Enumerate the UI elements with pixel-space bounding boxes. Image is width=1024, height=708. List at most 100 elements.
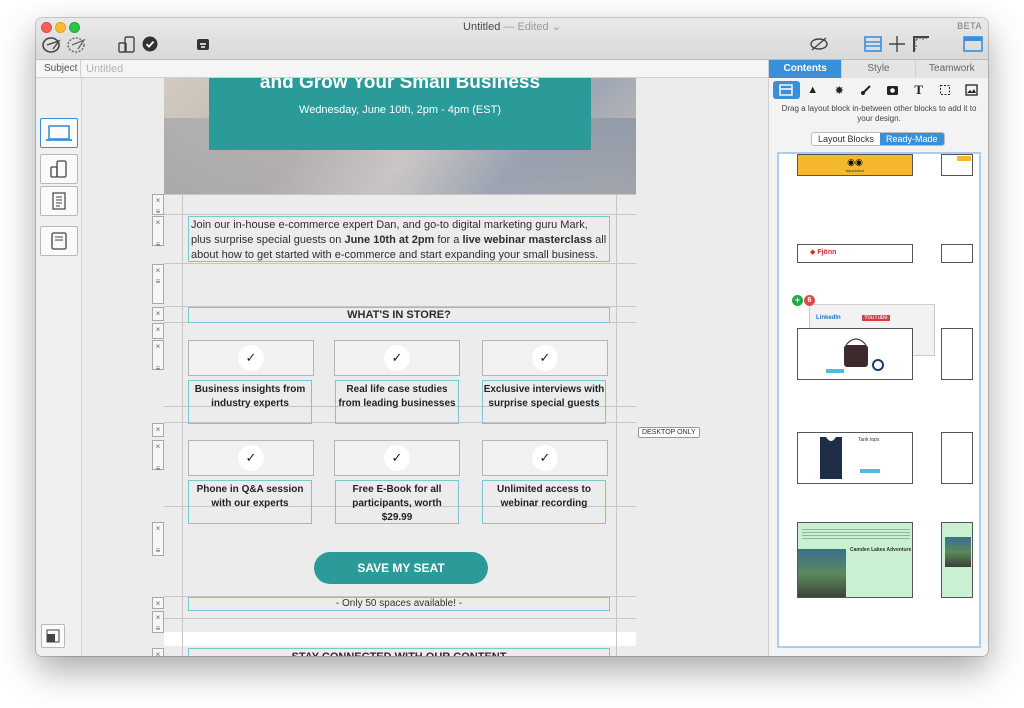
check-icon: ✓ xyxy=(532,445,558,471)
hide-icon[interactable] xyxy=(808,34,830,54)
layout-block-icon[interactable] xyxy=(773,81,800,99)
feature-check-cell[interactable]: ✓ xyxy=(482,440,608,476)
thumb-fjonn[interactable]: ◆ Fjönn xyxy=(797,244,913,263)
hero-banner: and Grow Your Small Business Wednesday, … xyxy=(209,78,591,150)
linkedin-label: LinkedIn xyxy=(816,315,841,321)
layout-icon[interactable] xyxy=(862,34,884,54)
fjonn-logo: ◆ Fjönn xyxy=(810,249,837,256)
brush-icon[interactable] xyxy=(853,81,880,99)
thumb-adventure[interactable]: Camden Lakes Adventure xyxy=(797,522,913,598)
design-canvas[interactable]: and Grow Your Small Business Wednesday, … xyxy=(82,78,768,656)
feature-text[interactable]: Exclusive interviews with surprise speci… xyxy=(482,380,606,424)
row-handle[interactable]: × ≡ xyxy=(152,216,164,249)
row-handle[interactable]: × ≡ xyxy=(152,611,164,633)
subject-input[interactable] xyxy=(86,62,746,76)
mobile-view-button[interactable] xyxy=(40,154,78,184)
tab-teamwork[interactable]: Teamwork xyxy=(915,60,988,78)
row-handle[interactable]: × xyxy=(152,648,164,656)
tripadvisor-label: tripadvisor xyxy=(845,168,865,173)
email-body: and Grow Your Small Business Wednesday, … xyxy=(164,78,636,656)
intro-webinar-bold: live webinar masterclass xyxy=(462,234,593,246)
selection-icon[interactable] xyxy=(932,81,959,99)
row-handle[interactable]: × xyxy=(152,307,164,321)
subject-label: Subject xyxy=(44,63,78,74)
panel-tabs: Contents Style Teamwork xyxy=(769,60,988,78)
edited-indicator: — Edited xyxy=(503,21,549,33)
ready-made-button[interactable]: Ready-Made xyxy=(880,133,944,145)
mobile-send-icon[interactable] xyxy=(116,34,138,54)
landscape-photo xyxy=(945,537,971,567)
feature-text[interactable]: Business insights from industry experts xyxy=(188,380,312,424)
connected-heading[interactable]: STAY CONNECTED WITH OUR CONTENT xyxy=(188,648,610,656)
preview-icon[interactable] xyxy=(40,34,64,54)
feature-text[interactable]: Phone in Q&A session with our experts xyxy=(188,480,312,524)
text-icon[interactable]: T xyxy=(906,81,933,99)
thumb-adventure-mobile[interactable] xyxy=(941,522,973,598)
desktop-view-button[interactable] xyxy=(40,118,78,148)
row-handle[interactable]: × ≡ xyxy=(152,440,164,473)
row-handle[interactable]: × ≡ xyxy=(152,264,164,304)
feature-text[interactable]: Real life case studies from leading busi… xyxy=(335,380,459,424)
settings-button[interactable] xyxy=(41,624,65,648)
tab-style[interactable]: Style xyxy=(842,60,916,78)
spaces-note[interactable]: - Only 50 spaces available! - xyxy=(188,597,610,611)
layout-blocks-button[interactable]: Layout Blocks xyxy=(812,133,881,145)
thumb-tripadvisor-mobile[interactable] xyxy=(941,154,973,176)
thumb-product-top-mobile[interactable] xyxy=(941,432,973,484)
thumb-product-bag-mobile[interactable] xyxy=(941,328,973,380)
inbox-view-button[interactable] xyxy=(40,226,78,256)
row-handle[interactable]: × xyxy=(152,423,164,437)
row-handle[interactable]: × ≡ xyxy=(152,194,164,216)
feature-check-cell[interactable]: ✓ xyxy=(188,340,314,376)
thumb-fjonn-mobile[interactable] xyxy=(941,244,973,263)
device-panel xyxy=(36,78,82,656)
image-icon[interactable] xyxy=(959,81,986,99)
landscape-photo xyxy=(798,549,846,597)
check-icon[interactable] xyxy=(140,34,160,54)
feature-check-cell[interactable]: ✓ xyxy=(334,340,460,376)
move-icon[interactable] xyxy=(886,34,908,54)
inbox-icon xyxy=(51,232,67,250)
panel-toggle-icon[interactable] xyxy=(962,34,984,54)
thumb-tripadvisor[interactable]: ◉◉ tripadvisor xyxy=(797,154,913,176)
drag-count-badge: 6 xyxy=(804,295,815,306)
save-my-seat-button[interactable]: SAVE MY SEAT xyxy=(314,552,488,584)
camera-icon[interactable] xyxy=(879,81,906,99)
row-handle[interactable]: × xyxy=(152,597,164,609)
subject-divider xyxy=(80,60,81,78)
ruler-icon[interactable] xyxy=(910,34,932,54)
row-divider xyxy=(164,618,636,619)
handbag-icon xyxy=(826,338,884,373)
thumb-product-bag[interactable] xyxy=(797,328,913,380)
row-handle[interactable]: × ≡ xyxy=(152,340,164,373)
send-test-icon[interactable] xyxy=(64,34,88,54)
fjonn-label: Fjönn xyxy=(817,249,837,256)
thumb-product-top[interactable]: Tank tops xyxy=(797,432,913,484)
owl-icon: ◉◉ xyxy=(847,157,863,167)
row-handle[interactable]: × ≡ xyxy=(152,522,164,556)
ready-made-gallery: ◉◉ tripadvisor ◆ Fjönn LinkedIn YouTube … xyxy=(777,152,981,648)
store-heading[interactable]: WHAT'S IN STORE? xyxy=(188,307,610,323)
feature-check-cell[interactable]: ✓ xyxy=(188,440,314,476)
feature-check-cell[interactable]: ✓ xyxy=(334,440,460,476)
burst-icon[interactable]: ✸ xyxy=(826,81,853,99)
intro-paragraph: Join our in-house e-commerce expert Dan,… xyxy=(189,217,609,264)
feature-text[interactable]: Free E-Book for all participants, worth … xyxy=(335,480,459,524)
feature-check-cell[interactable]: ✓ xyxy=(482,340,608,376)
feature-text[interactable]: Unlimited access to webinar recording xyxy=(482,480,606,524)
beta-label: BETA xyxy=(957,21,982,31)
hero-section[interactable]: and Grow Your Small Business Wednesday, … xyxy=(164,78,636,194)
text-view-button[interactable] xyxy=(40,186,78,216)
spacer-row xyxy=(164,632,636,646)
desktop-only-badge: DESKTOP ONLY xyxy=(638,427,700,438)
tab-contents[interactable]: Contents xyxy=(769,60,843,78)
row-divider xyxy=(164,214,636,215)
document-title: Untitled xyxy=(463,21,501,33)
intro-text-2: for a xyxy=(434,234,463,246)
chevron-down-icon[interactable]: ⌄ xyxy=(552,21,561,33)
tank-top-icon xyxy=(820,437,880,479)
bug-icon[interactable] xyxy=(192,34,214,54)
triangle-icon[interactable]: ▲ xyxy=(800,81,827,99)
row-handle[interactable]: × xyxy=(152,323,164,339)
intro-text-block[interactable]: Join our in-house e-commerce expert Dan,… xyxy=(188,216,610,262)
